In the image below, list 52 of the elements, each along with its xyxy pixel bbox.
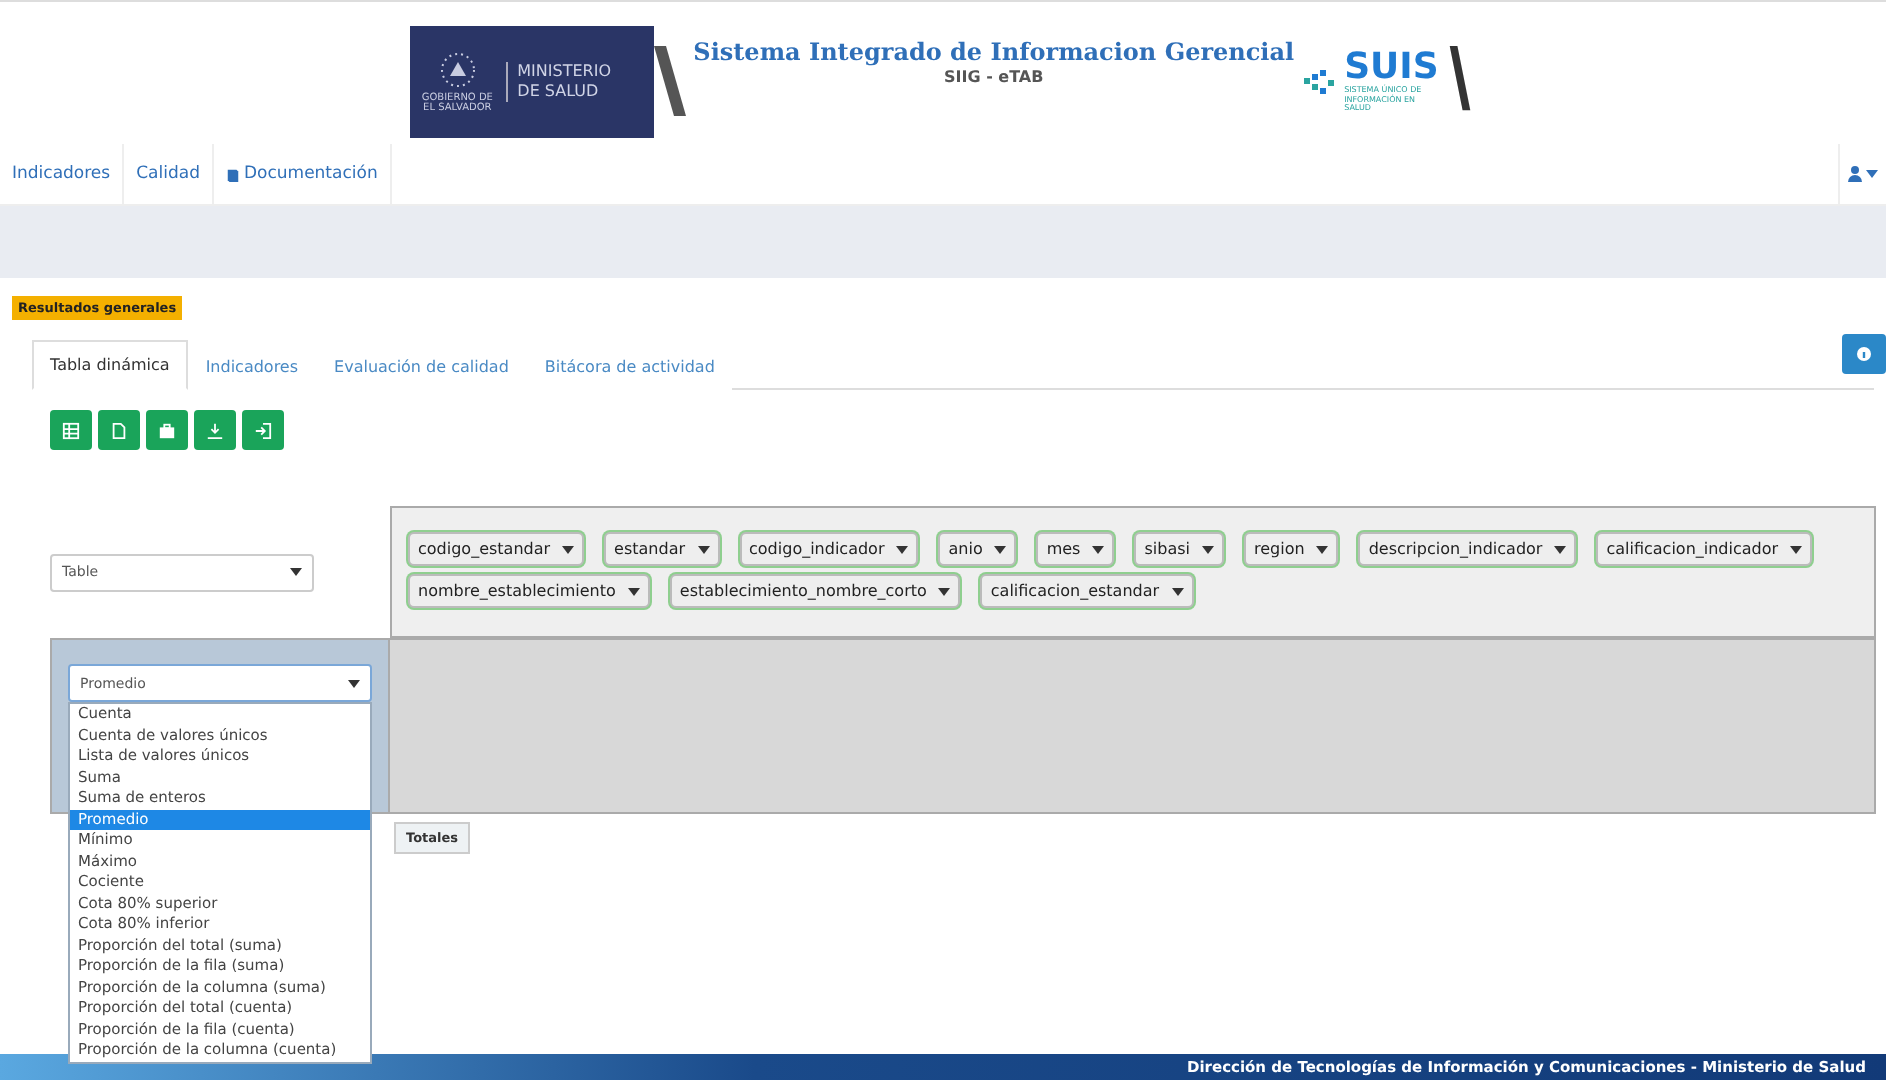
ministry-text: MINISTERIO bbox=[517, 62, 611, 82]
help-icon bbox=[1856, 346, 1872, 362]
caret-icon bbox=[697, 545, 710, 553]
app-subtitle: SIIG - eTAB bbox=[944, 68, 1044, 86]
attribute-pill[interactable]: calificacion_estandar bbox=[980, 574, 1194, 608]
user-icon bbox=[1848, 166, 1862, 182]
document-icon bbox=[110, 421, 128, 439]
toolbar-button[interactable] bbox=[146, 410, 188, 450]
nav-link[interactable]: Documentación bbox=[213, 144, 392, 204]
attribute-pill[interactable]: calificacion_indicador bbox=[1596, 532, 1813, 566]
toolbar-button[interactable] bbox=[242, 410, 284, 450]
sign-in-icon bbox=[254, 421, 272, 439]
attribute-pill[interactable]: region bbox=[1244, 532, 1339, 566]
attribute-pill[interactable]: sibasi bbox=[1134, 532, 1224, 566]
caret-icon bbox=[1202, 545, 1214, 553]
briefcase-icon bbox=[158, 421, 176, 439]
attribute-pill[interactable]: estandar bbox=[604, 532, 720, 566]
toolbar-button[interactable] bbox=[194, 410, 236, 450]
caret-icon bbox=[994, 545, 1007, 553]
attribute-pill[interactable]: codigo_indicador bbox=[739, 532, 919, 566]
book-icon bbox=[225, 167, 240, 181]
nav-link[interactable]: Calidad bbox=[124, 144, 214, 204]
caret-icon bbox=[1316, 545, 1329, 553]
caret-icon bbox=[1866, 170, 1878, 178]
tab[interactable]: Tabla dinámica bbox=[32, 340, 188, 390]
attribute-pill[interactable]: descripcion_indicador bbox=[1358, 532, 1577, 566]
ministry-text: DE SALUD bbox=[517, 82, 601, 102]
caret-icon bbox=[627, 587, 640, 595]
attribute-pill[interactable]: nombre_establecimiento bbox=[408, 574, 650, 608]
table-icon bbox=[62, 421, 80, 439]
caret-icon bbox=[290, 568, 302, 576]
caret-icon bbox=[1790, 545, 1803, 553]
attribute-pill[interactable]: mes bbox=[1036, 532, 1115, 566]
caret-icon bbox=[1554, 545, 1567, 553]
download-icon bbox=[206, 421, 224, 439]
attribute-pill[interactable]: anio bbox=[938, 532, 1017, 566]
caret-icon bbox=[1171, 587, 1184, 595]
app-title: Sistema Integrado de Informacion Gerencial bbox=[693, 38, 1295, 66]
toolbar-button[interactable] bbox=[98, 410, 140, 450]
caret-icon bbox=[1092, 545, 1105, 553]
caret-icon bbox=[938, 587, 951, 595]
seal-icon bbox=[437, 49, 478, 89]
dots-icon bbox=[1302, 64, 1339, 100]
help-button[interactable] bbox=[1842, 334, 1886, 374]
attribute-pill[interactable]: establecimiento_nombre_corto bbox=[669, 574, 961, 608]
suis-name: SUIS bbox=[1344, 50, 1439, 87]
caret-icon bbox=[896, 545, 909, 553]
attribute-pill[interactable]: codigo_estandar bbox=[408, 532, 585, 566]
caret-icon bbox=[562, 545, 575, 553]
caret-icon bbox=[348, 679, 360, 687]
nav-link[interactable]: Indicadores bbox=[0, 144, 125, 204]
toolbar-button[interactable] bbox=[50, 410, 92, 450]
